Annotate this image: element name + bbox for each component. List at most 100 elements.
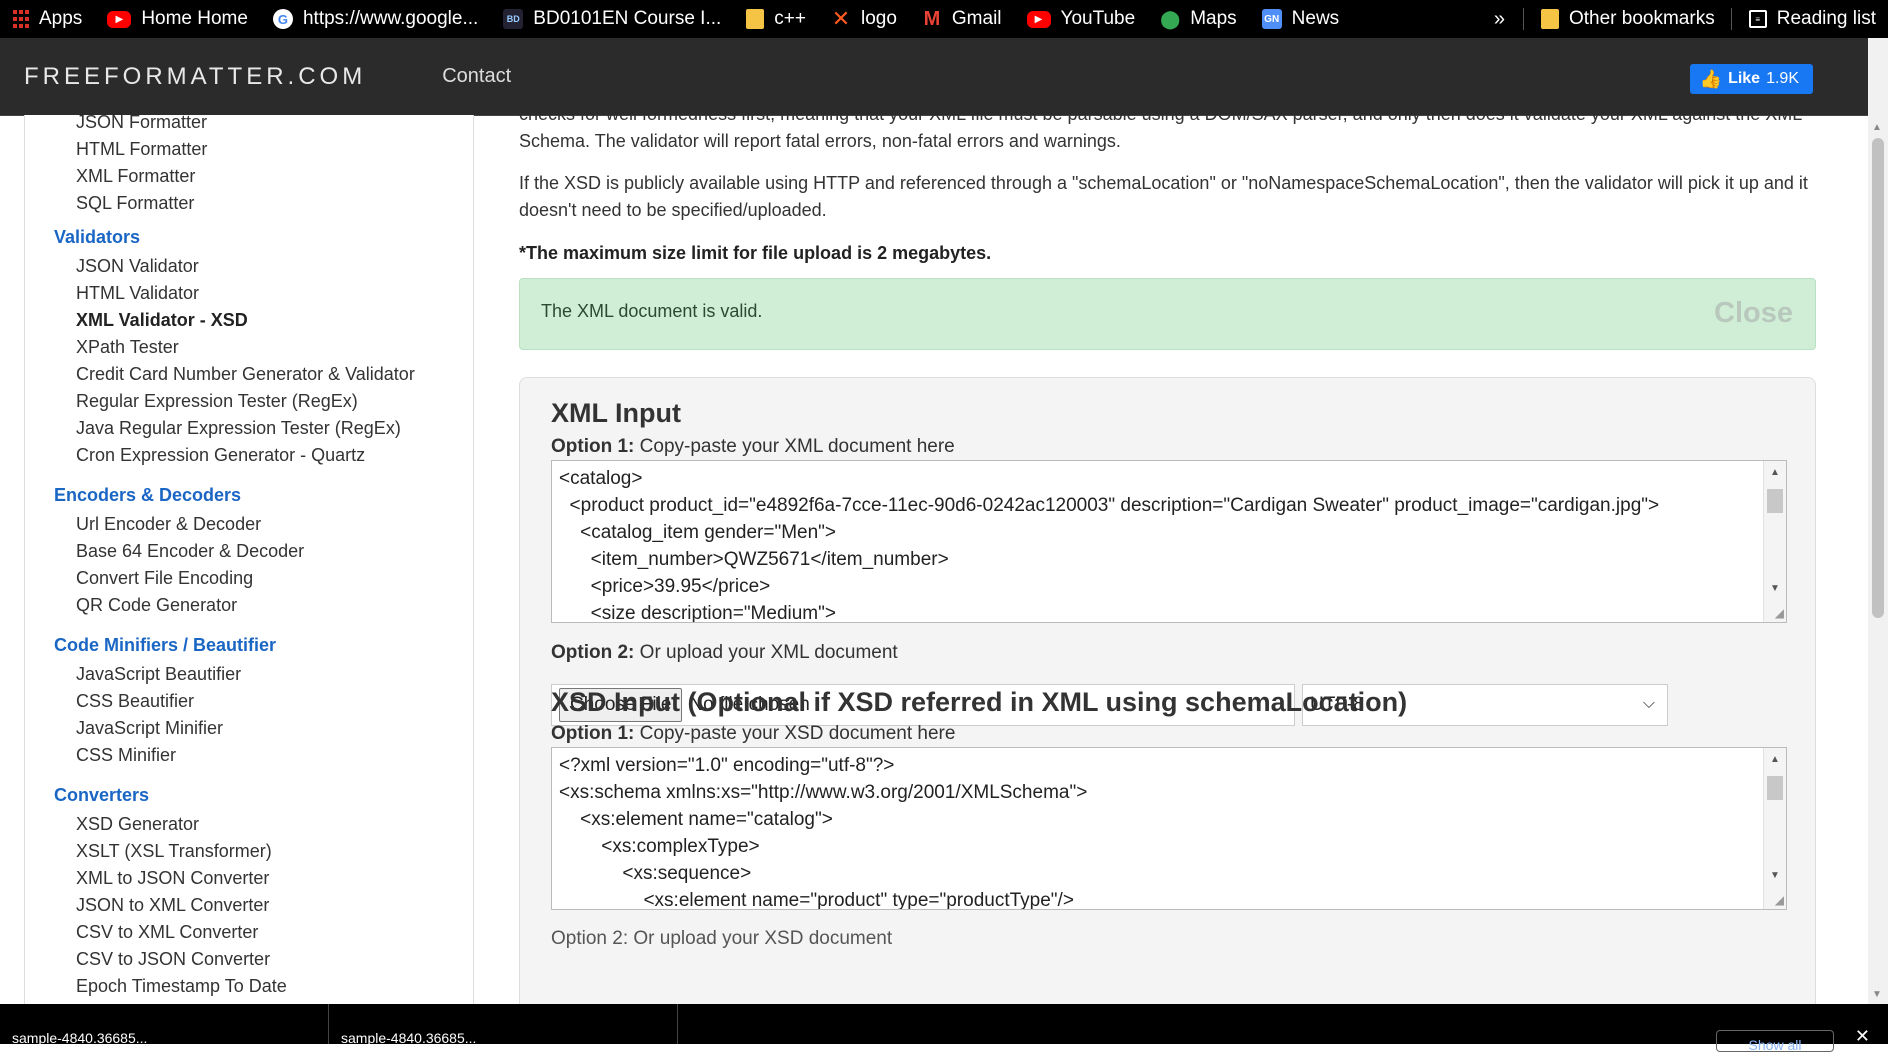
sidebar-section-title[interactable]: Code Minifiers / Beautifier [54,625,473,661]
download-item[interactable]: sample-4840.36685... [329,1004,678,1046]
gmail-icon: M [923,7,941,30]
description-paragraph: checks for well formedness first, meanin… [519,115,1802,151]
youtube-icon: ▶ [107,10,132,28]
sidebar-item[interactable]: XSD Generator [76,811,473,838]
alert-message: The XML document is valid. [541,301,763,321]
resize-grip-icon[interactable]: ◢ [1775,893,1784,907]
validation-success-alert: The XML document is valid. Close [519,278,1816,350]
bookmark-home-home[interactable]: ▶ Home Home [94,0,260,38]
reading-list-button[interactable]: ≡ Reading list [1736,0,1888,38]
code-line: <?xml version="1.0" encoding="utf-8"?> [559,755,895,776]
course-icon: BD [503,9,524,29]
sidebar-item[interactable]: HTML Validator [76,280,473,307]
alert-close-button[interactable]: Close [1714,297,1793,330]
apps-grid-icon [13,9,29,29]
sidebar-item[interactable]: CSV to JSON Converter [76,946,473,973]
bookmark-cpp[interactable]: c++ [733,0,818,38]
bookmarks-bar: Apps ▶ Home Home G https://www.google...… [0,0,1888,38]
bookmark-gmail[interactable]: M Gmail [909,0,1014,38]
textarea-scroll-thumb[interactable] [1767,776,1783,800]
sidebar-item[interactable]: XML Validator - XSD [76,307,473,334]
textarea-scrollbar[interactable]: ▲ ▼ ◢ [1763,461,1786,622]
scroll-up-arrow-icon[interactable]: ▲ [1770,754,1780,765]
site-logo[interactable]: FREEFORMATTER.COM [24,63,366,91]
show-all-downloads-button[interactable]: Show all [1716,1030,1834,1053]
code-line: <product product_id="e4892f6a-7cce-11ec-… [559,495,1660,516]
sidebar-item[interactable]: Cron Expression Generator - Quartz [76,442,473,469]
sidebar-item[interactable]: Java Regular Expression Tester (RegEx) [76,415,473,442]
bookmark-course[interactable]: BD BD0101EN Course I... [490,0,733,38]
resize-grip-icon[interactable]: ◢ [1775,606,1784,620]
maps-icon: ⬤ [1160,8,1181,29]
code-line: <catalog> [559,468,643,489]
sidebar-item[interactable]: Base 64 Encoder & Decoder [76,538,473,565]
xsd-option1-label: Option 1: Copy-paste your XSD document h… [551,723,956,744]
bookmark-maps[interactable]: ⬤ Maps [1147,0,1248,38]
bookmark-youtube[interactable]: ▶ YouTube [1014,0,1148,38]
validator-panel: XML Input Option 1: Copy-paste your XML … [519,377,1816,1004]
sidebar-item[interactable]: Url Encoder & Decoder [76,511,473,538]
folder-icon [1540,9,1559,29]
scroll-up-arrow-icon[interactable]: ▲ [1770,467,1780,478]
sidebar-section-title[interactable]: Converters [54,775,473,811]
sidebar-item[interactable]: CSV to XML Converter [76,919,473,946]
textarea-scroll-thumb[interactable] [1767,489,1783,513]
sidebar-item[interactable]: Epoch Timestamp To Date [76,973,473,1000]
sidebar-item[interactable]: JavaScript Minifier [76,715,473,742]
xsd-input-textarea[interactable]: <?xml version="1.0" encoding="utf-8"?> <x… [551,747,1787,910]
sidebar-nav: JSON Formatter HTML Formatter XML Formatte… [24,115,474,1004]
page-scroll-thumb[interactable] [1872,138,1884,618]
sidebar-item[interactable]: XSLT (XSL Transformer) [76,838,473,865]
sidebar-item[interactable]: JSON Validator [76,253,473,280]
bookmark-label: c++ [774,8,806,29]
site-header: FREEFORMATTER.COM Contact 👍 Like 1.9K [0,38,1868,116]
bookmark-news[interactable]: GN News [1249,0,1352,38]
sidebar-item[interactable]: XML to JSON Converter [76,865,473,892]
sidebar-item[interactable]: CSS Beautifier [76,688,473,715]
sidebar-item[interactable]: Convert File Encoding [76,565,473,592]
bookmark-apps[interactable]: Apps [0,0,94,38]
facebook-like-button[interactable]: 👍 Like 1.9K [1689,64,1813,94]
sidebar-item[interactable]: JavaScript Beautifier [76,661,473,688]
bookmark-label: Apps [39,8,83,29]
scroll-down-arrow-icon[interactable]: ▼ [1872,989,1882,1000]
chevron-down-icon: ⌵ [1642,695,1655,712]
page-scrollbar[interactable]: ▲ ▼ [1868,38,1888,1004]
sidebar-item[interactable]: SQL Formatter [76,190,473,217]
bookmark-label: YouTube [1060,8,1136,29]
bookmarks-overflow-button[interactable]: » [1480,8,1519,31]
bookmarks-divider [1522,8,1524,30]
scroll-down-arrow-icon[interactable]: ▼ [1770,583,1780,594]
sidebar-item[interactable]: JSON Formatter [76,115,473,136]
code-line: <xs:element name="catalog"> [559,809,833,830]
xml-input-textarea[interactable]: <catalog> <product product_id="e4892f6a-… [551,460,1787,623]
textarea-scrollbar[interactable]: ▲ ▼ ◢ [1763,748,1786,909]
sidebar-item[interactable]: CSS Minifier [76,742,473,769]
xml-option1-label: Option 1: Copy-paste your XML document h… [551,436,955,457]
nav-contact-link[interactable]: Contact [442,65,511,88]
sidebar-section-title[interactable]: Validators [54,217,473,253]
bookmark-label: BD0101EN Course I... [533,8,722,29]
sidebar-item[interactable]: JSON to XML Converter [76,892,473,919]
sidebar-section-title[interactable]: Encoders & Decoders [54,475,473,511]
sidebar-item[interactable]: Regular Expression Tester (RegEx) [76,388,473,415]
sidebar-item[interactable]: XML Formatter [76,163,473,190]
scroll-up-arrow-icon[interactable]: ▲ [1872,122,1882,133]
bookmark-label: Other bookmarks [1568,8,1715,29]
bookmark-google[interactable]: G https://www.google... [260,0,490,38]
xml-input-heading: XML Input [551,398,681,428]
main-content: checks for well formedness first, meanin… [519,115,1819,1004]
code-line: <item_number>QWZ5671</item_number> [559,549,949,570]
sidebar-item[interactable]: XPath Tester [76,334,473,361]
scroll-down-arrow-icon[interactable]: ▼ [1770,870,1780,881]
xsd-code-lines: <?xml version="1.0" encoding="utf-8"?> <x… [559,752,1087,909]
reading-list-icon: ≡ [1748,10,1767,28]
youtube-icon: ▶ [1026,10,1051,28]
download-item[interactable]: sample-4840.36685... [0,1004,329,1046]
sidebar-item[interactable]: QR Code Generator [76,592,473,619]
sidebar-item[interactable]: Credit Card Number Generator & Validator [76,361,473,388]
xsd-option2-label: Option 2: Or upload your XSD document [551,928,893,949]
sidebar-item[interactable]: HTML Formatter [76,136,473,163]
bookmark-other[interactable]: Other bookmarks [1528,0,1727,38]
bookmark-logo[interactable]: ✕ logo [818,0,909,38]
